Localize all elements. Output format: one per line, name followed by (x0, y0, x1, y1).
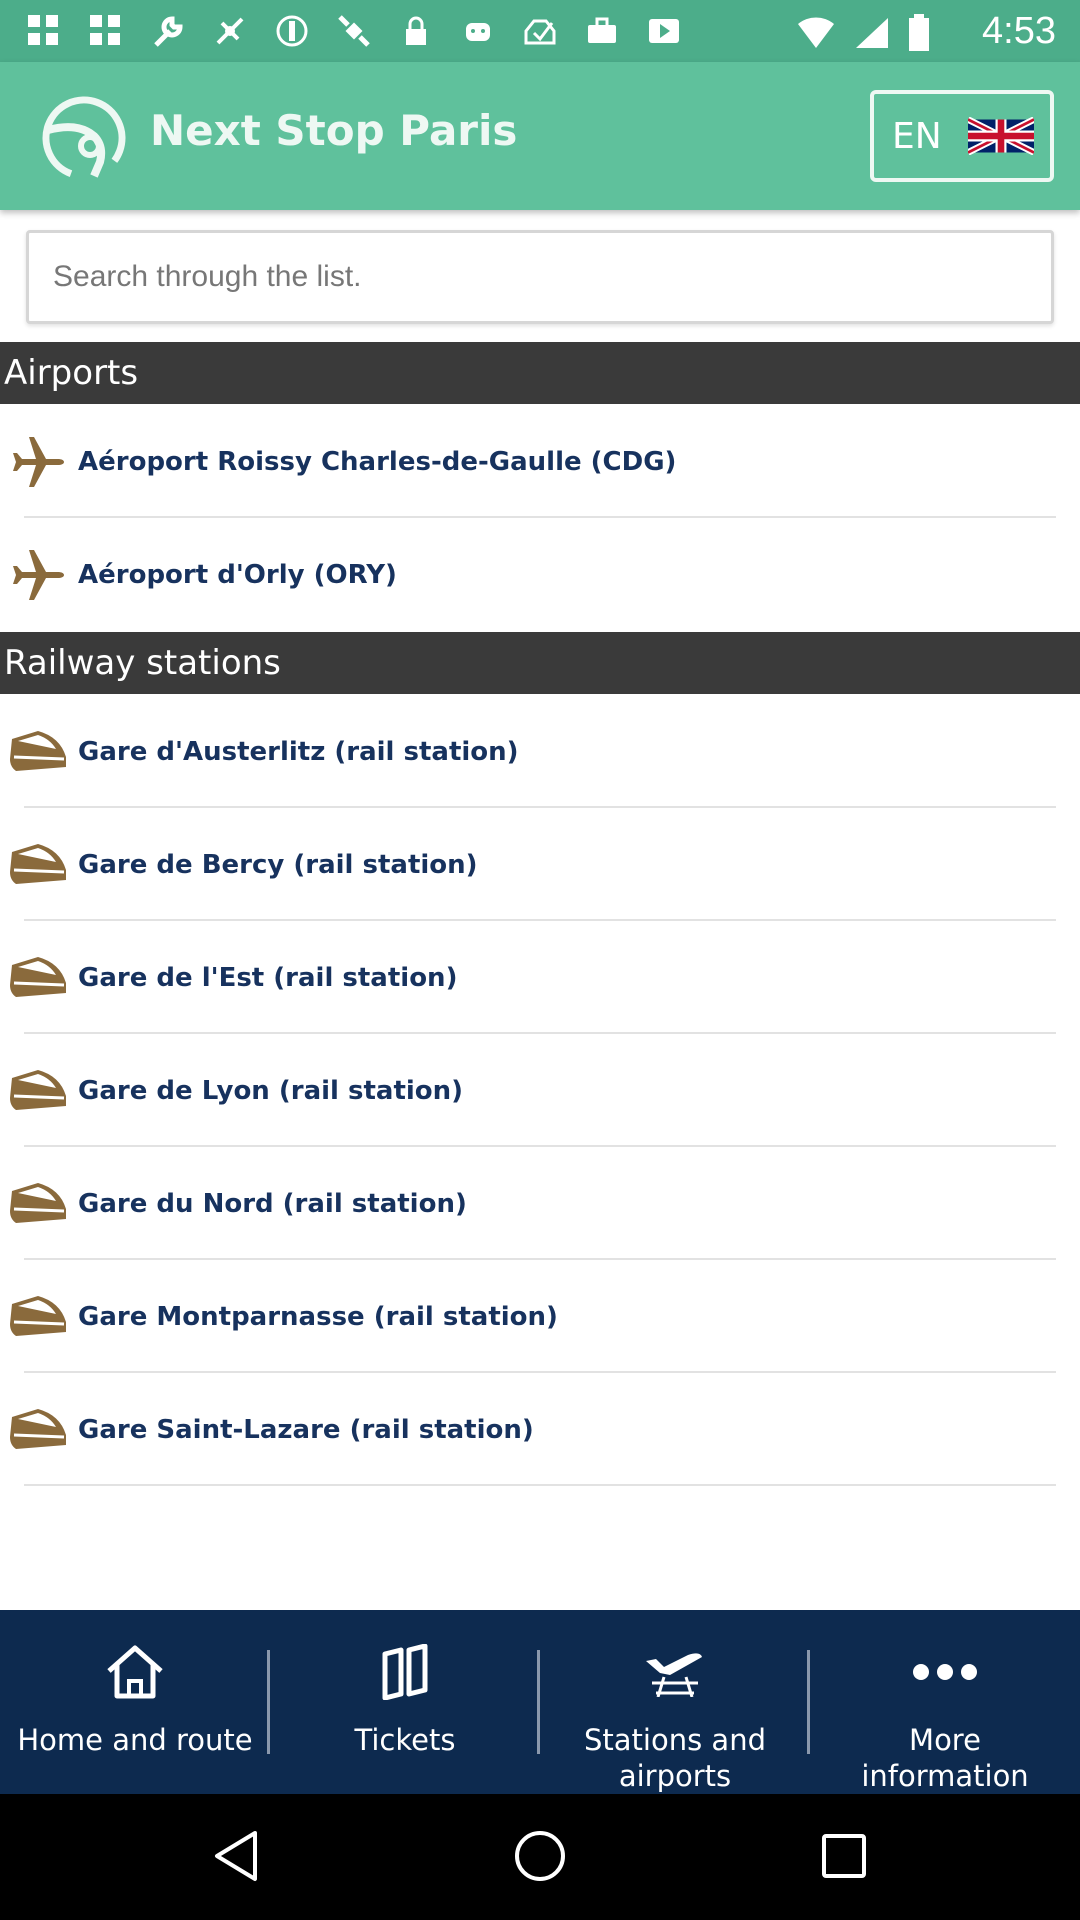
android-icon (458, 12, 498, 50)
inbox-icon (520, 12, 560, 50)
list-item[interactable]: Gare Montparnasse (rail station) (0, 1260, 1080, 1373)
section-header-airports: Airports (0, 342, 1080, 404)
list-item[interactable]: Gare Saint-Lazare (rail station) (0, 1373, 1080, 1486)
list-item-label: Gare Saint-Lazare (rail station) (78, 1414, 534, 1445)
nav-stations-and-airports[interactable]: Stations and airports (540, 1610, 810, 1794)
home-circle-icon (513, 1829, 567, 1888)
nav-more-information[interactable]: More information (810, 1610, 1080, 1794)
list-item-label: Aéroport Roissy Charles-de-Gaulle (CDG) (78, 446, 677, 477)
do-not-disturb-icon (272, 12, 312, 50)
plane-icon (0, 536, 78, 614)
train-icon (0, 826, 78, 904)
status-time: 4:53 (982, 10, 1056, 52)
home-button[interactable] (500, 1818, 580, 1898)
list-item[interactable]: Gare de Bercy (rail station) (0, 808, 1080, 921)
app-bar: Next Stop Paris EN (0, 62, 1080, 210)
app-title: Next Stop Paris (150, 106, 518, 155)
language-code: EN (892, 115, 942, 157)
ticket-icon (377, 1622, 433, 1722)
list-item-label: Gare de Lyon (rail station) (78, 1075, 464, 1106)
list-item-label: Gare Montparnasse (rail station) (78, 1301, 558, 1332)
back-button[interactable] (196, 1818, 276, 1898)
train-icon (0, 939, 78, 1017)
uk-flag-icon (966, 116, 1036, 156)
back-triangle-icon (211, 1829, 261, 1888)
lock-icon (396, 12, 436, 50)
list-item[interactable]: Aéroport d'Orly (ORY) (0, 518, 1080, 631)
list-item-label: Gare du Nord (rail station) (78, 1188, 467, 1219)
notification-icons (24, 12, 684, 50)
nav-label: Stations and airports (584, 1723, 766, 1793)
recents-button[interactable] (804, 1818, 884, 1898)
app-grid-icon (24, 12, 64, 50)
train-icon (0, 1278, 78, 1356)
plane-icon (0, 423, 78, 501)
wifi-icon (796, 16, 836, 55)
train-icon (0, 1052, 78, 1130)
more-dots-icon (911, 1622, 979, 1722)
wrench-icon (148, 12, 188, 50)
nav-tickets[interactable]: Tickets (270, 1610, 540, 1794)
train-icon (0, 1391, 78, 1469)
fake-gps-icon (210, 12, 250, 50)
search-input[interactable] (29, 233, 1051, 321)
list-item[interactable]: Gare d'Austerlitz (rail station) (0, 695, 1080, 808)
train-icon (0, 713, 78, 791)
list-item[interactable]: Gare de Lyon (rail station) (0, 1034, 1080, 1147)
list-item-label: Gare de l'Est (rail station) (78, 962, 458, 993)
divider (24, 1484, 1056, 1486)
home-icon (104, 1622, 166, 1722)
system-navigation-bar (0, 1794, 1080, 1920)
status-bar: 4:53 (0, 0, 1080, 62)
system-status-icons (796, 14, 930, 57)
signal-icon (854, 16, 890, 55)
list-item[interactable]: Gare du Nord (rail station) (0, 1147, 1080, 1260)
nav-home-and-route[interactable]: Home and route (0, 1610, 270, 1794)
bottom-navigation: Home and route Tickets Stations and airp… (0, 1610, 1080, 1794)
nav-label: More information (861, 1723, 1029, 1793)
app-grid-icon (86, 12, 126, 50)
train-icon (0, 1165, 78, 1243)
language-selector-button[interactable]: EN (870, 90, 1054, 182)
play-icon (644, 12, 684, 50)
list-item-label: Gare de Bercy (rail station) (78, 849, 478, 880)
briefcase-icon (582, 12, 622, 50)
next-stop-paris-logo-icon (38, 92, 130, 184)
list-item[interactable]: Aéroport Roissy Charles-de-Gaulle (CDG) (0, 405, 1080, 518)
nav-label: Tickets (354, 1723, 456, 1757)
search-box[interactable] (26, 230, 1054, 324)
list-item-label: Aéroport d'Orly (ORY) (78, 559, 397, 590)
section-header-railway-stations: Railway stations (0, 632, 1080, 694)
recents-square-icon (820, 1832, 868, 1885)
list-item[interactable]: Gare de l'Est (rail station) (0, 921, 1080, 1034)
list-item-label: Gare d'Austerlitz (rail station) (78, 736, 519, 767)
plane-rail-icon (642, 1622, 708, 1722)
nav-label: Home and route (17, 1723, 253, 1757)
battery-icon (908, 14, 930, 57)
satellite-icon (334, 12, 374, 50)
